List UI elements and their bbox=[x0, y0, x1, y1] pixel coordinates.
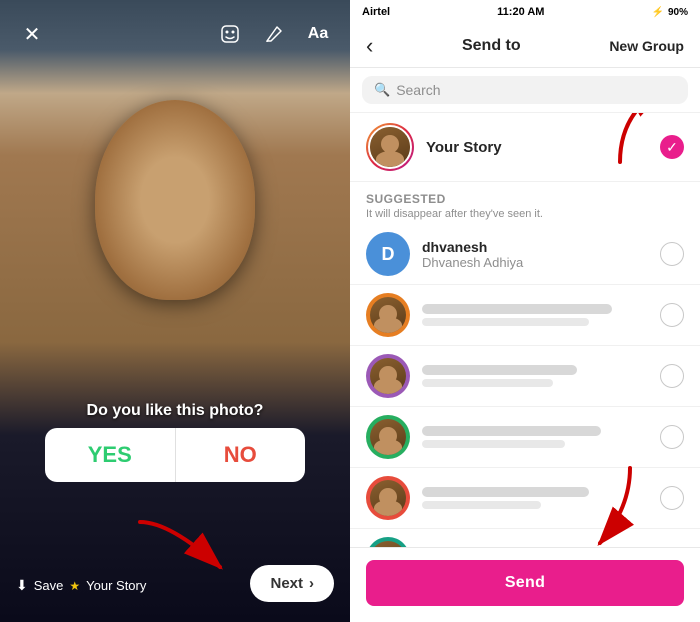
question-text: Do you like this photo? bbox=[45, 402, 305, 420]
new-group-button[interactable]: New Group bbox=[609, 38, 684, 54]
text-tool[interactable]: Aa bbox=[302, 18, 334, 50]
send-button-wrap: Send bbox=[350, 547, 700, 622]
contact-username-dhvanesh: Dhvanesh Adhiya bbox=[422, 255, 660, 270]
contact-radio-3[interactable] bbox=[660, 364, 684, 388]
send-button[interactable]: Send bbox=[366, 560, 684, 606]
contact-avatar-2 bbox=[366, 293, 410, 337]
star-icon: ★ bbox=[69, 579, 80, 593]
battery-label: 90% bbox=[668, 7, 688, 18]
carrier-label: Airtel bbox=[362, 6, 390, 18]
right-panel: Airtel 11:20 AM ⚡ 90% ‹ Send to New Grou… bbox=[350, 0, 700, 622]
contact-face-4 bbox=[370, 419, 406, 455]
camera-preview bbox=[75, 80, 275, 340]
yes-button[interactable]: YES bbox=[45, 428, 176, 482]
contact-username-blur-3 bbox=[422, 379, 553, 387]
contact-avatar-dhvanesh: D bbox=[366, 232, 410, 276]
search-input-wrap[interactable]: 🔍 Search bbox=[362, 76, 688, 104]
status-bar: Airtel 11:20 AM ⚡ 90% bbox=[350, 0, 700, 24]
contact-row-dhvanesh[interactable]: D dhvanesh Dhvanesh Adhiya bbox=[350, 224, 700, 285]
camera-toolbar: ✕ Aa bbox=[0, 10, 350, 58]
contact-radio-dhvanesh[interactable] bbox=[660, 242, 684, 266]
left-panel: ✕ Aa Do you like this photo? bbox=[0, 0, 350, 622]
contact-avatar-5 bbox=[366, 476, 410, 520]
question-overlay: Do you like this photo? YES NO bbox=[45, 402, 305, 482]
contact-radio-2[interactable] bbox=[660, 303, 684, 327]
status-right: ⚡ 90% bbox=[652, 7, 688, 18]
contact-info-dhvanesh: dhvanesh Dhvanesh Adhiya bbox=[422, 239, 660, 270]
contact-name-dhvanesh: dhvanesh bbox=[422, 239, 660, 255]
save-label: Save bbox=[34, 578, 64, 593]
next-button[interactable]: Next › bbox=[250, 565, 334, 602]
time-label: 11:20 AM bbox=[497, 6, 544, 18]
contact-username-blur-5 bbox=[422, 501, 541, 509]
contact-info-2 bbox=[422, 304, 660, 326]
bluetooth-icon: ⚡ bbox=[652, 7, 664, 18]
contact-avatar-4 bbox=[366, 415, 410, 459]
search-placeholder: Search bbox=[396, 82, 440, 98]
story-avatar-inner bbox=[368, 125, 412, 169]
yes-no-widget[interactable]: YES NO bbox=[45, 428, 305, 482]
contact-username-blur-4 bbox=[422, 440, 565, 448]
contact-avatar-6 bbox=[366, 537, 410, 547]
contact-name-blur-3 bbox=[422, 365, 577, 375]
download-icon: ⬇ bbox=[16, 577, 28, 594]
contact-face-2 bbox=[370, 297, 406, 333]
back-button[interactable]: ‹ bbox=[366, 35, 373, 57]
your-story-label: Your Story bbox=[86, 578, 146, 593]
story-avatar bbox=[366, 123, 414, 171]
suggested-title: SUGGESTED bbox=[366, 192, 684, 206]
contact-face-5 bbox=[370, 480, 406, 516]
red-arrow-to-check bbox=[610, 113, 690, 172]
contact-row-3[interactable] bbox=[350, 346, 700, 407]
contact-radio-5[interactable] bbox=[660, 486, 684, 510]
search-bar: 🔍 Search bbox=[350, 68, 700, 113]
contact-face-3 bbox=[370, 358, 406, 394]
contact-name-blur-4 bbox=[422, 426, 601, 436]
contact-info-4 bbox=[422, 426, 660, 448]
face-oval bbox=[95, 100, 255, 300]
suggested-subtitle: It will disappear after they've seen it. bbox=[366, 208, 684, 220]
contact-info-3 bbox=[422, 365, 660, 387]
header-title: Send to bbox=[462, 37, 521, 55]
contact-name-blur-2 bbox=[422, 304, 612, 314]
close-button[interactable]: ✕ bbox=[16, 18, 48, 50]
send-to-header: ‹ Send to New Group bbox=[350, 24, 700, 68]
red-arrow-to-send bbox=[550, 458, 650, 558]
story-person-face bbox=[370, 127, 410, 167]
draw-icon[interactable] bbox=[258, 18, 290, 50]
contact-username-blur-2 bbox=[422, 318, 589, 326]
toolbar-right: Aa bbox=[214, 18, 334, 50]
camera-bottom-bar: ⬇ Save ★ Your Story Next › bbox=[0, 565, 350, 622]
next-arrow-icon: › bbox=[309, 575, 314, 592]
sticker-icon[interactable] bbox=[214, 18, 246, 50]
contact-avatar-3 bbox=[366, 354, 410, 398]
search-icon: 🔍 bbox=[374, 82, 390, 98]
contact-row-2[interactable] bbox=[350, 285, 700, 346]
next-label: Next bbox=[270, 575, 303, 592]
no-button[interactable]: NO bbox=[176, 428, 306, 482]
suggested-section: SUGGESTED It will disappear after they'v… bbox=[350, 182, 700, 224]
contact-radio-4[interactable] bbox=[660, 425, 684, 449]
